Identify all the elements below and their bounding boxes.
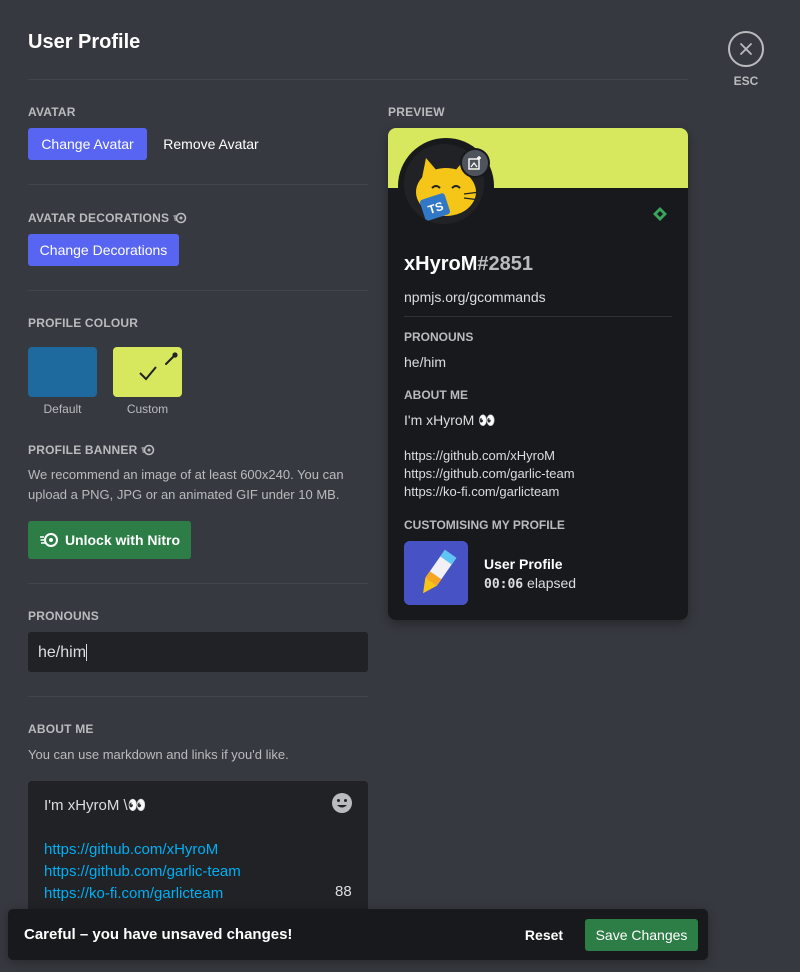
reset-button[interactable]: Reset xyxy=(516,919,572,951)
avatar-section-label: Avatar xyxy=(28,105,76,119)
card-divider xyxy=(404,316,672,317)
preview-pronouns-heading: Pronouns xyxy=(404,330,474,344)
preview-section-label: Preview xyxy=(388,105,445,119)
default-colour-swatch[interactable] xyxy=(28,347,97,397)
custom-colour-swatch[interactable] xyxy=(113,347,182,397)
username-text: xHyroM xyxy=(404,253,478,275)
preview-link[interactable]: https://github.com/xHyroM xyxy=(404,448,555,463)
section-divider xyxy=(28,290,368,291)
change-decorations-button[interactable]: Change Decorations xyxy=(28,234,179,266)
pencil-icon xyxy=(404,541,468,605)
preview-activity-elapsed: 00:06 elapsed xyxy=(484,575,576,592)
preview-custom-status: npmjs.org/gcommands xyxy=(404,289,546,305)
hypesquad-badge-icon xyxy=(653,207,667,221)
profile-banner-section-label: Profile Banner xyxy=(28,443,155,457)
preview-activity-heading: Customising My Profile xyxy=(404,518,565,532)
add-image-icon xyxy=(468,156,481,170)
checkmark-icon xyxy=(139,366,157,381)
banner-desc-line: We recommend an image of at least 600x24… xyxy=(28,467,344,482)
preview-link[interactable]: https://ko-fi.com/garlicteam xyxy=(404,484,559,499)
section-divider xyxy=(28,184,368,185)
nitro-icon xyxy=(39,533,58,547)
nitro-icon xyxy=(141,444,155,456)
preview-about-heading: About Me xyxy=(404,388,468,402)
save-changes-button[interactable]: Save Changes xyxy=(585,919,698,951)
about-me-link[interactable]: https://github.com/garlic-team xyxy=(44,861,352,883)
discriminator-text: #2851 xyxy=(477,253,533,275)
close-esc-label: ESC xyxy=(733,74,759,88)
preview-about-first-line: I'm xHyroM 👀 xyxy=(404,412,496,428)
add-avatar-image-button[interactable] xyxy=(460,148,490,178)
page-title: User Profile xyxy=(28,31,141,53)
text-cursor xyxy=(86,644,88,662)
about-me-link[interactable]: https://ko-fi.com/garlicteam xyxy=(44,883,352,905)
profile-banner-label-text: Profile Banner xyxy=(28,443,138,457)
header-divider xyxy=(28,79,688,80)
section-divider xyxy=(28,696,368,697)
default-colour-label: Default xyxy=(43,402,82,416)
profile-banner-description: We recommend an image of at least 600x24… xyxy=(28,465,368,505)
custom-colour-label: Custom xyxy=(126,402,169,416)
change-avatar-button[interactable]: Change Avatar xyxy=(28,128,147,160)
char-counter: 88 xyxy=(335,883,352,900)
activity-elapsed-suffix: elapsed xyxy=(527,575,577,591)
preview-link[interactable]: https://github.com/garlic-team xyxy=(404,466,575,481)
profile-preview-card: TS xHyroM#2851 npmjs.org/gcommands Prono… xyxy=(388,128,688,620)
preview-username: xHyroM#2851 xyxy=(404,253,533,276)
section-divider xyxy=(28,583,368,584)
unlock-nitro-label: Unlock with Nitro xyxy=(64,532,181,548)
profile-colour-section-label: Profile Colour xyxy=(28,316,139,330)
activity-image xyxy=(404,541,468,605)
about-me-link[interactable]: https://github.com/xHyroM xyxy=(44,839,352,861)
avatar-decorations-label-text: Avatar Decorations xyxy=(28,211,170,225)
activity-time: 00:06 xyxy=(484,577,524,592)
pronouns-section-label: Pronouns xyxy=(28,609,99,623)
remove-avatar-button[interactable]: Remove Avatar xyxy=(158,128,264,160)
unsaved-changes-message: Careful – you have unsaved changes! xyxy=(24,926,293,943)
unsaved-changes-bar: Careful – you have unsaved changes! Rese… xyxy=(8,909,708,960)
banner-desc-line: upload a PNG, JPG or an animated GIF und… xyxy=(28,487,340,502)
unlock-nitro-button[interactable]: Unlock with Nitro xyxy=(28,521,191,559)
about-me-first-line: I'm xHyroM \👀 xyxy=(44,797,147,814)
close-button[interactable] xyxy=(728,31,764,67)
about-me-hint: You can use markdown and links if you'd … xyxy=(28,747,289,762)
avatar-decorations-section-label: Avatar Decorations xyxy=(28,211,187,225)
nitro-icon xyxy=(173,212,187,224)
pronouns-input-value: he/him xyxy=(38,644,87,661)
about-me-section-label: About Me xyxy=(28,722,94,736)
emoji-picker-icon[interactable] xyxy=(331,792,353,814)
preview-activity-title: User Profile xyxy=(484,556,563,572)
about-me-textarea[interactable]: I'm xHyroM \👀 https://github.com/xHyroM … xyxy=(28,781,368,909)
preview-pronouns-value: he/him xyxy=(404,354,447,370)
eyedropper-icon xyxy=(165,352,178,365)
close-icon xyxy=(740,43,752,55)
pronouns-input[interactable]: he/him xyxy=(28,632,368,672)
